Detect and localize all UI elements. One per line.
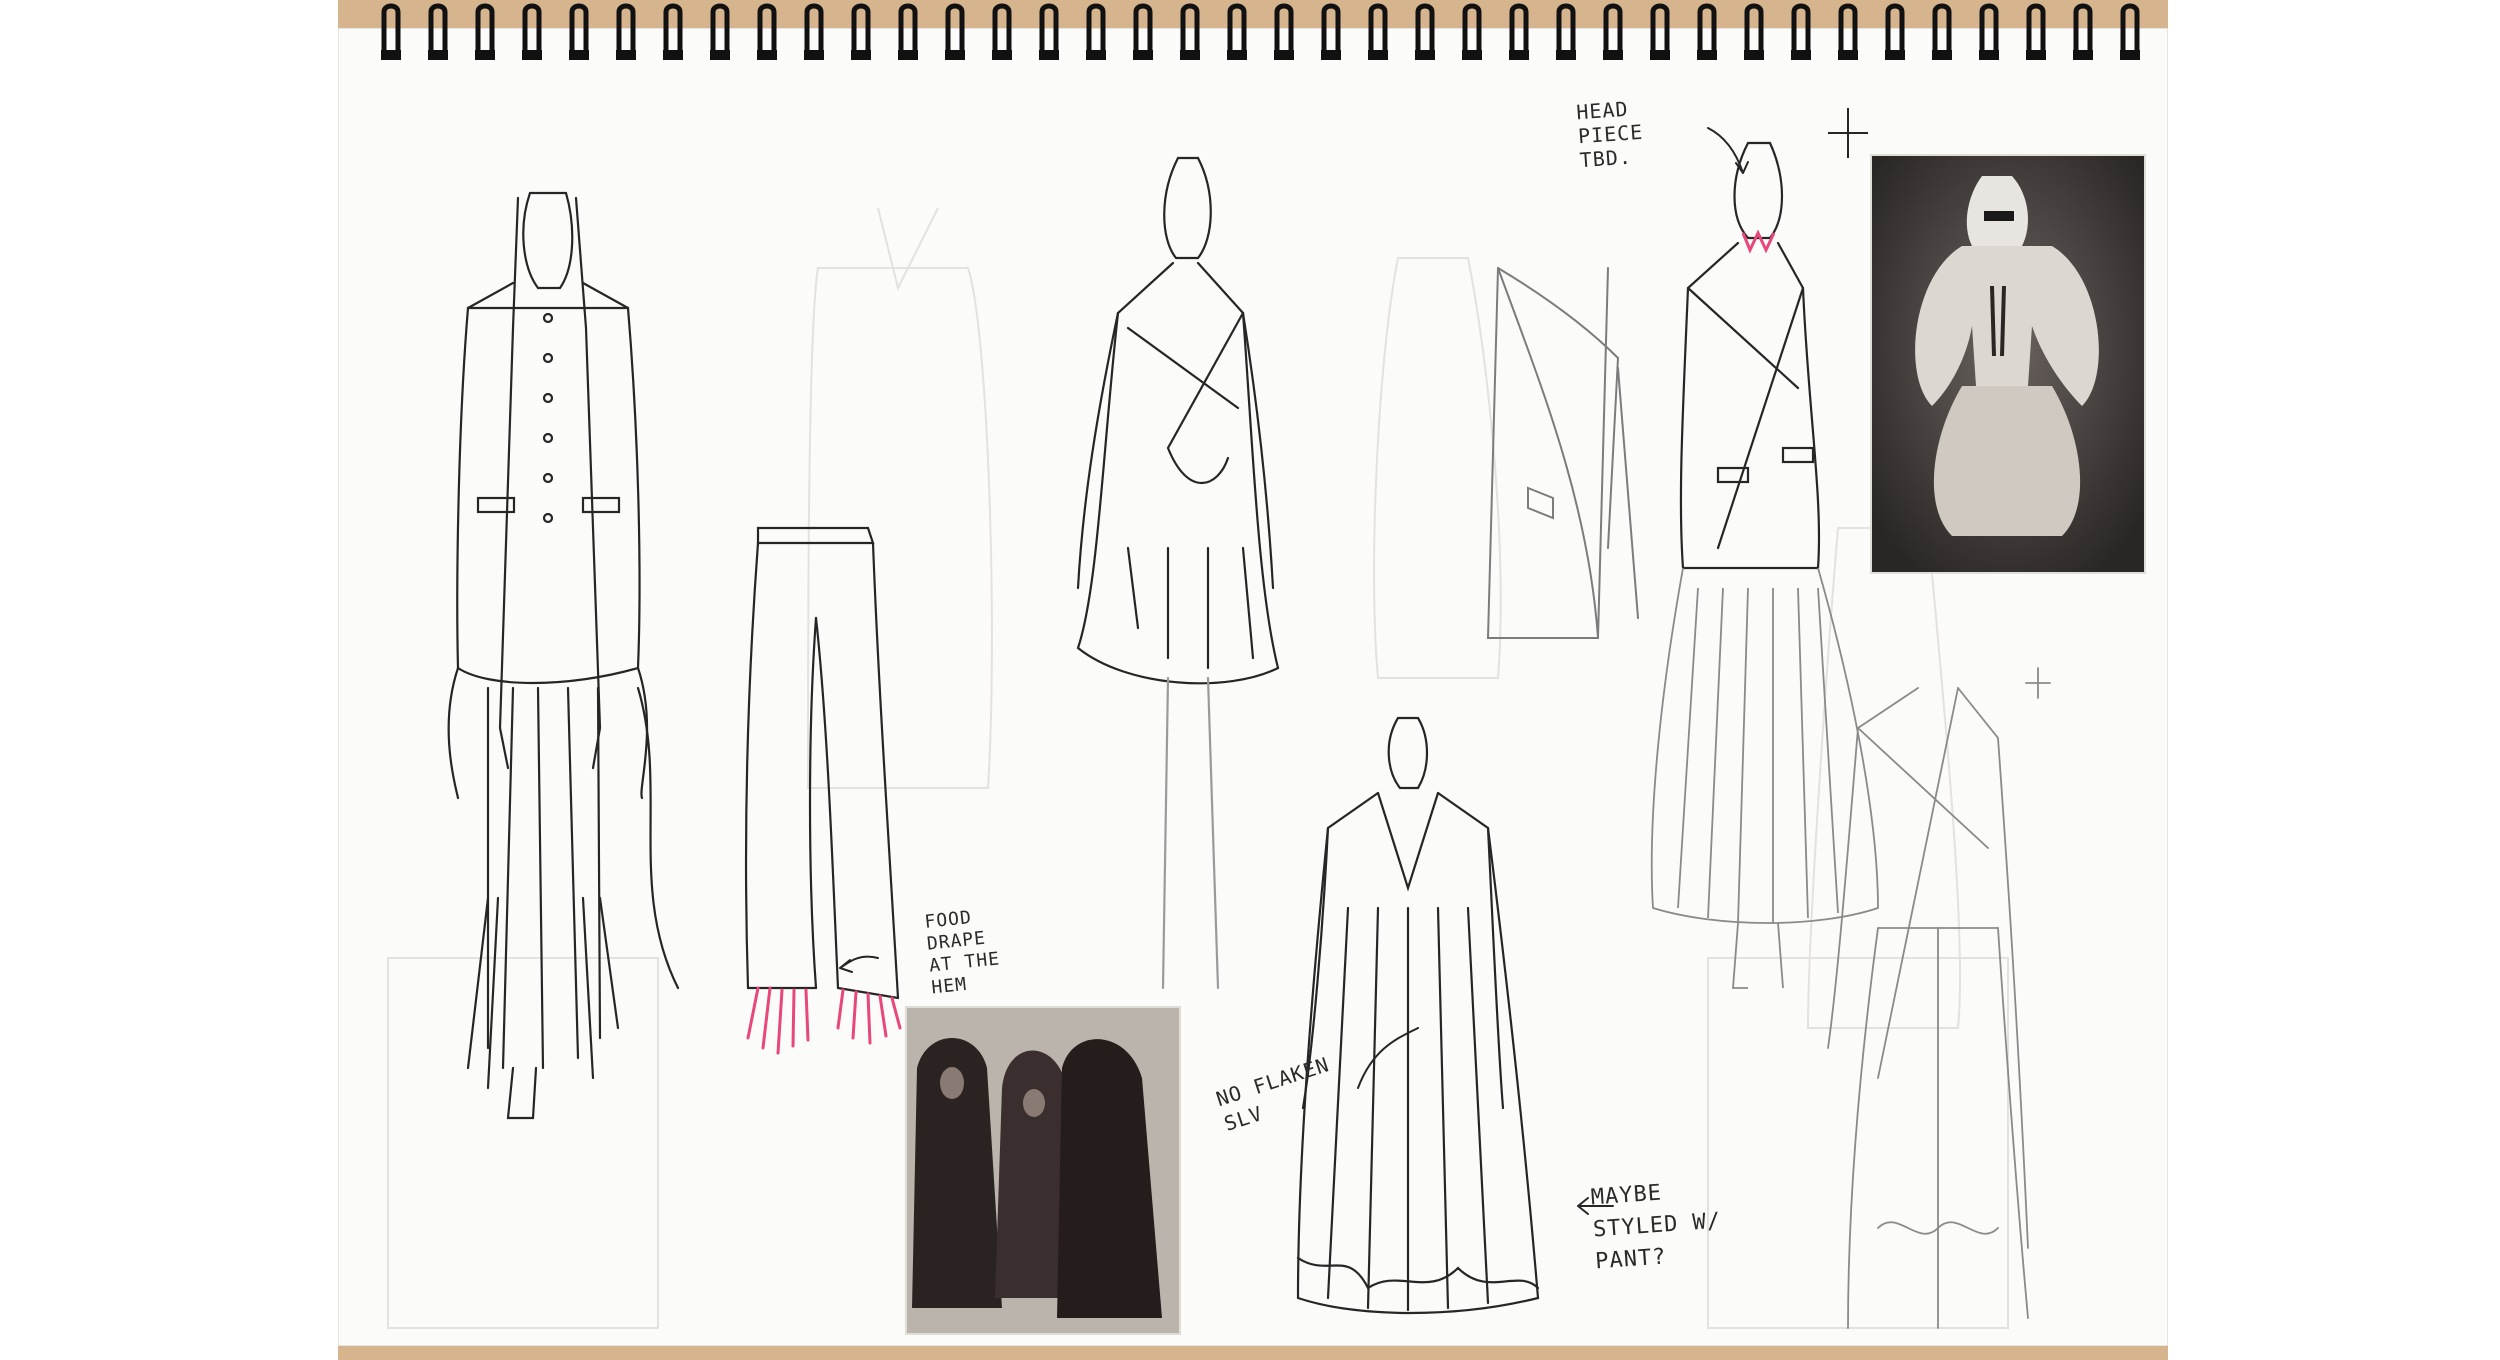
pink-fringe-hem [746,986,902,1055]
ghost-sketches [387,207,2009,1329]
binding-ring [2026,3,2046,60]
binding-ring [1180,3,1200,60]
pink-neckpiece [1741,229,1776,254]
binding-ring [1509,3,1529,60]
annotation-head-note: HEAD PIECE TBD. [1575,96,1644,173]
binding-ring [1885,3,1905,60]
binding-ring [1274,3,1294,60]
binding-ring [1368,3,1388,60]
binding-ring [804,3,824,60]
binding-ring [475,3,495,60]
binding-ring [522,3,542,60]
annotation-hem-note: FOOD DRAPE AT THE HEM [923,907,1002,999]
reference-photo-hooded-figures [905,1006,1181,1335]
annotation-styling-note: MAYBE STYLED W/ PANT? [1590,1180,1722,1275]
sketch-pleated-gown [1296,716,1540,1315]
binding-ring [428,3,448,60]
sketch-trousers [744,526,900,1000]
binding-ring [992,3,1012,60]
binding-ring [1697,3,1717,60]
binding-ring [1744,3,1764,60]
sketch-long-coat [447,191,680,1120]
sketch-jacket-pleated-skirt [1679,141,1821,570]
binding-ring [898,3,918,60]
binding-ring [1603,3,1623,60]
binding-ring [381,3,401,60]
hooded-figures-image [907,1008,1179,1333]
spiral-binding [381,3,2140,60]
binding-ring [1462,3,1482,60]
binding-ring [569,3,589,60]
star-marks [1828,108,1868,158]
binding-ring [2120,3,2140,60]
binding-ring [1650,3,1670,60]
binding-ring [945,3,965,60]
binding-ring [1227,3,1247,60]
sketch-page: FOOD DRAPE AT THE HEM HEAD PIECE TBD. NO… [338,28,2168,1346]
sketch-draped-vest [1486,267,1639,639]
binding-ring [1415,3,1435,60]
binding-ring [2073,3,2093,60]
veiled-figure-image [1872,156,2144,572]
binding-ring [663,3,683,60]
binding-ring [1838,3,1858,60]
binding-ring [1321,3,1341,60]
sketchbook: FOOD DRAPE AT THE HEM HEAD PIECE TBD. NO… [338,0,2168,1360]
reference-photo-veiled-figure [1870,154,2146,574]
binding-ring [1556,3,1576,60]
binding-ring [1932,3,1952,60]
binding-ring [1979,3,1999,60]
binding-ring [616,3,636,60]
binding-ring [851,3,871,60]
binding-ring [757,3,777,60]
binding-ring [1039,3,1059,60]
binding-ring [1086,3,1106,60]
binding-ring [1133,3,1153,60]
sketch-wrap-tunic [1076,156,1280,990]
binding-ring [710,3,730,60]
sketch-pleated-skirt [1650,567,1879,989]
sketch-asymmetric-gown [1827,667,2051,1329]
binding-ring [1791,3,1811,60]
